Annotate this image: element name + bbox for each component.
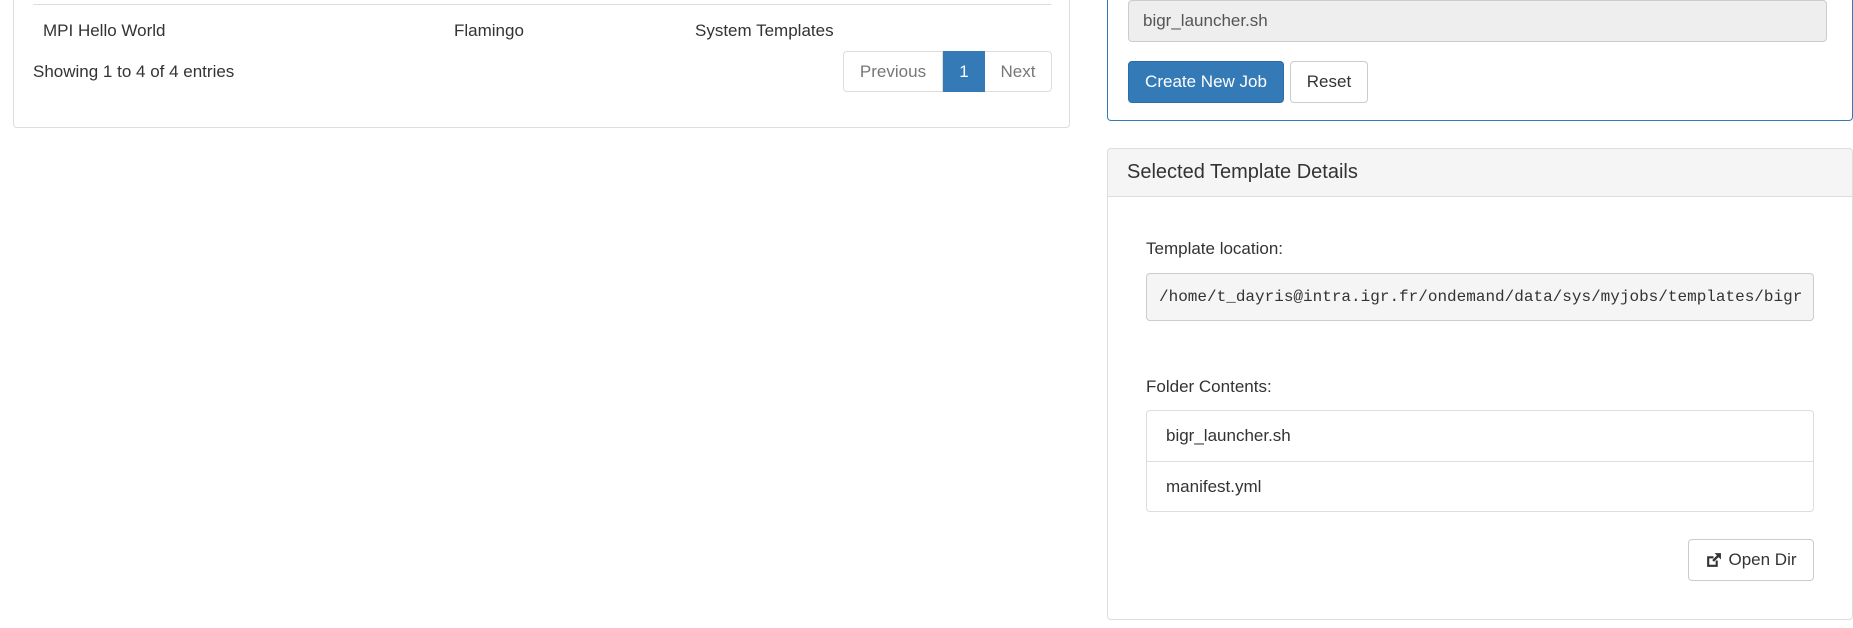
previous-page-button[interactable]: Previous <box>843 51 943 92</box>
new-job-form-panel: bigr_launcher.sh Create New Job Reset <box>1107 0 1853 121</box>
template-location-label: Template location: <box>1146 239 1284 258</box>
template-name-cell: MPI Hello World <box>43 21 166 40</box>
folder-contents-list: bigr_launcher.sh manifest.yml <box>1146 410 1814 512</box>
pagination: Previous 1 Next <box>843 51 1052 92</box>
reset-button[interactable]: Reset <box>1290 61 1368 103</box>
script-name-input[interactable]: bigr_launcher.sh <box>1128 0 1827 42</box>
template-location-path[interactable]: /home/t_dayris@intra.igr.fr/ondemand/dat… <box>1146 273 1814 321</box>
table-info: Showing 1 to 4 of 4 entries <box>33 62 235 81</box>
create-new-job-button[interactable]: Create New Job <box>1128 61 1284 103</box>
list-item[interactable]: manifest.yml <box>1147 461 1813 511</box>
next-page-button[interactable]: Next <box>985 51 1052 92</box>
template-host-cell: Flamingo <box>454 21 524 40</box>
template-source-cell: System Templates <box>695 21 834 40</box>
page-1-button[interactable]: 1 <box>943 51 985 92</box>
external-link-icon <box>1705 552 1722 569</box>
panel-heading: Selected Template Details <box>1108 149 1852 197</box>
open-dir-button[interactable]: Open Dir <box>1688 539 1814 581</box>
templates-table-panel: MPI Hello World Flamingo System Template… <box>13 0 1070 128</box>
template-details-panel: Selected Template Details Template locat… <box>1107 148 1853 620</box>
list-item[interactable]: bigr_launcher.sh <box>1147 411 1813 461</box>
folder-contents-label: Folder Contents: <box>1146 377 1272 396</box>
table-row[interactable]: MPI Hello World Flamingo System Template… <box>33 4 1051 48</box>
open-dir-label: Open Dir <box>1728 550 1797 569</box>
